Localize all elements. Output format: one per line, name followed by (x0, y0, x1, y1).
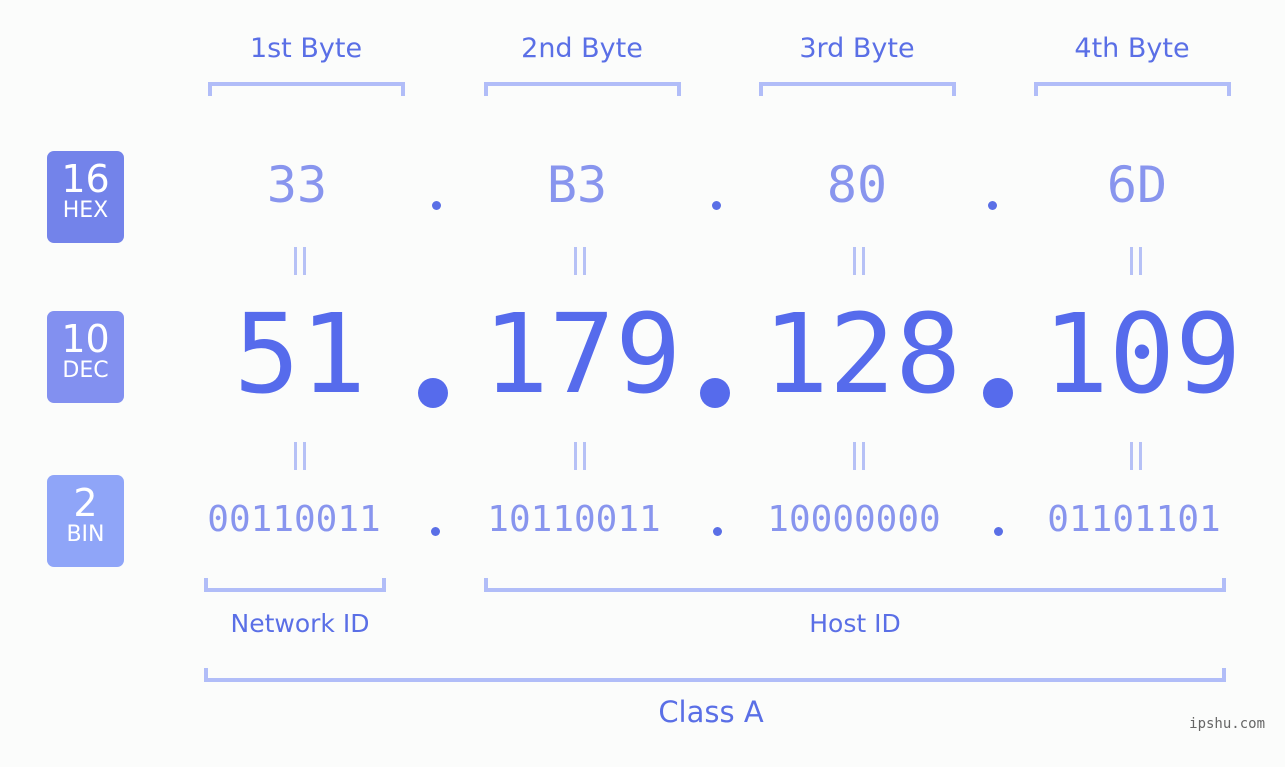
hex-badge: 16 HEX (47, 151, 124, 243)
hex-separator-2 (712, 201, 721, 210)
equals-hex-dec-2 (460, 247, 700, 279)
dec-byte-3: 128 (762, 290, 962, 418)
equals-hex-dec-3 (739, 247, 979, 279)
byte-bracket-3 (759, 82, 956, 96)
hex-separator-1 (432, 201, 441, 210)
network-id-label: Network ID (230, 609, 370, 638)
bin-byte-2: 10110011 (487, 499, 661, 540)
byte-bracket-1 (208, 82, 405, 96)
class-bracket (204, 668, 1226, 682)
bin-byte-1: 00110011 (207, 499, 381, 540)
hex-byte-4: 6D (1106, 156, 1168, 214)
class-label: Class A (658, 695, 764, 729)
hex-separator-3 (988, 201, 997, 210)
dec-separator-1 (418, 378, 448, 408)
byte-bracket-2 (484, 82, 681, 96)
dec-byte-4: 109 (1042, 290, 1242, 418)
equals-dec-bin-1 (180, 442, 420, 474)
network-id-bracket (204, 578, 386, 592)
equals-dec-bin-4 (1016, 442, 1256, 474)
bin-separator-2 (713, 527, 722, 536)
equals-dec-bin-2 (460, 442, 700, 474)
dec-badge-label: DEC (62, 358, 109, 383)
bin-separator-3 (994, 527, 1003, 536)
dec-badge-number: 10 (61, 317, 110, 361)
bin-byte-4: 01101101 (1047, 499, 1221, 540)
hex-badge-number: 16 (61, 157, 110, 201)
hex-byte-3: 80 (826, 156, 888, 214)
bin-badge-number: 2 (73, 481, 98, 525)
hex-byte-1: 33 (266, 156, 328, 214)
equals-hex-dec-4 (1016, 247, 1256, 279)
bin-badge: 2 BIN (47, 475, 124, 567)
hex-badge-label: HEX (62, 198, 109, 223)
host-id-label: Host ID (809, 609, 901, 638)
bin-badge-label: BIN (66, 522, 105, 547)
bin-byte-3: 10000000 (767, 499, 941, 540)
watermark: ipshu.com (1189, 716, 1265, 732)
dec-separator-2 (700, 378, 730, 408)
hex-byte-2: B3 (546, 156, 608, 214)
dec-byte-2: 179 (482, 290, 682, 418)
byte-bracket-4 (1034, 82, 1231, 96)
dec-separator-3 (983, 378, 1013, 408)
byte-header-2: 2nd Byte (521, 33, 643, 64)
byte-header-4: 4th Byte (1074, 33, 1190, 64)
byte-header-3: 3rd Byte (799, 33, 915, 64)
dec-byte-1: 51 (233, 290, 367, 418)
equals-hex-dec-1 (180, 247, 420, 279)
host-id-bracket (484, 578, 1226, 592)
dec-badge: 10 DEC (47, 311, 124, 403)
bin-separator-1 (431, 527, 440, 536)
byte-header-1: 1st Byte (249, 33, 363, 64)
equals-dec-bin-3 (739, 442, 979, 474)
